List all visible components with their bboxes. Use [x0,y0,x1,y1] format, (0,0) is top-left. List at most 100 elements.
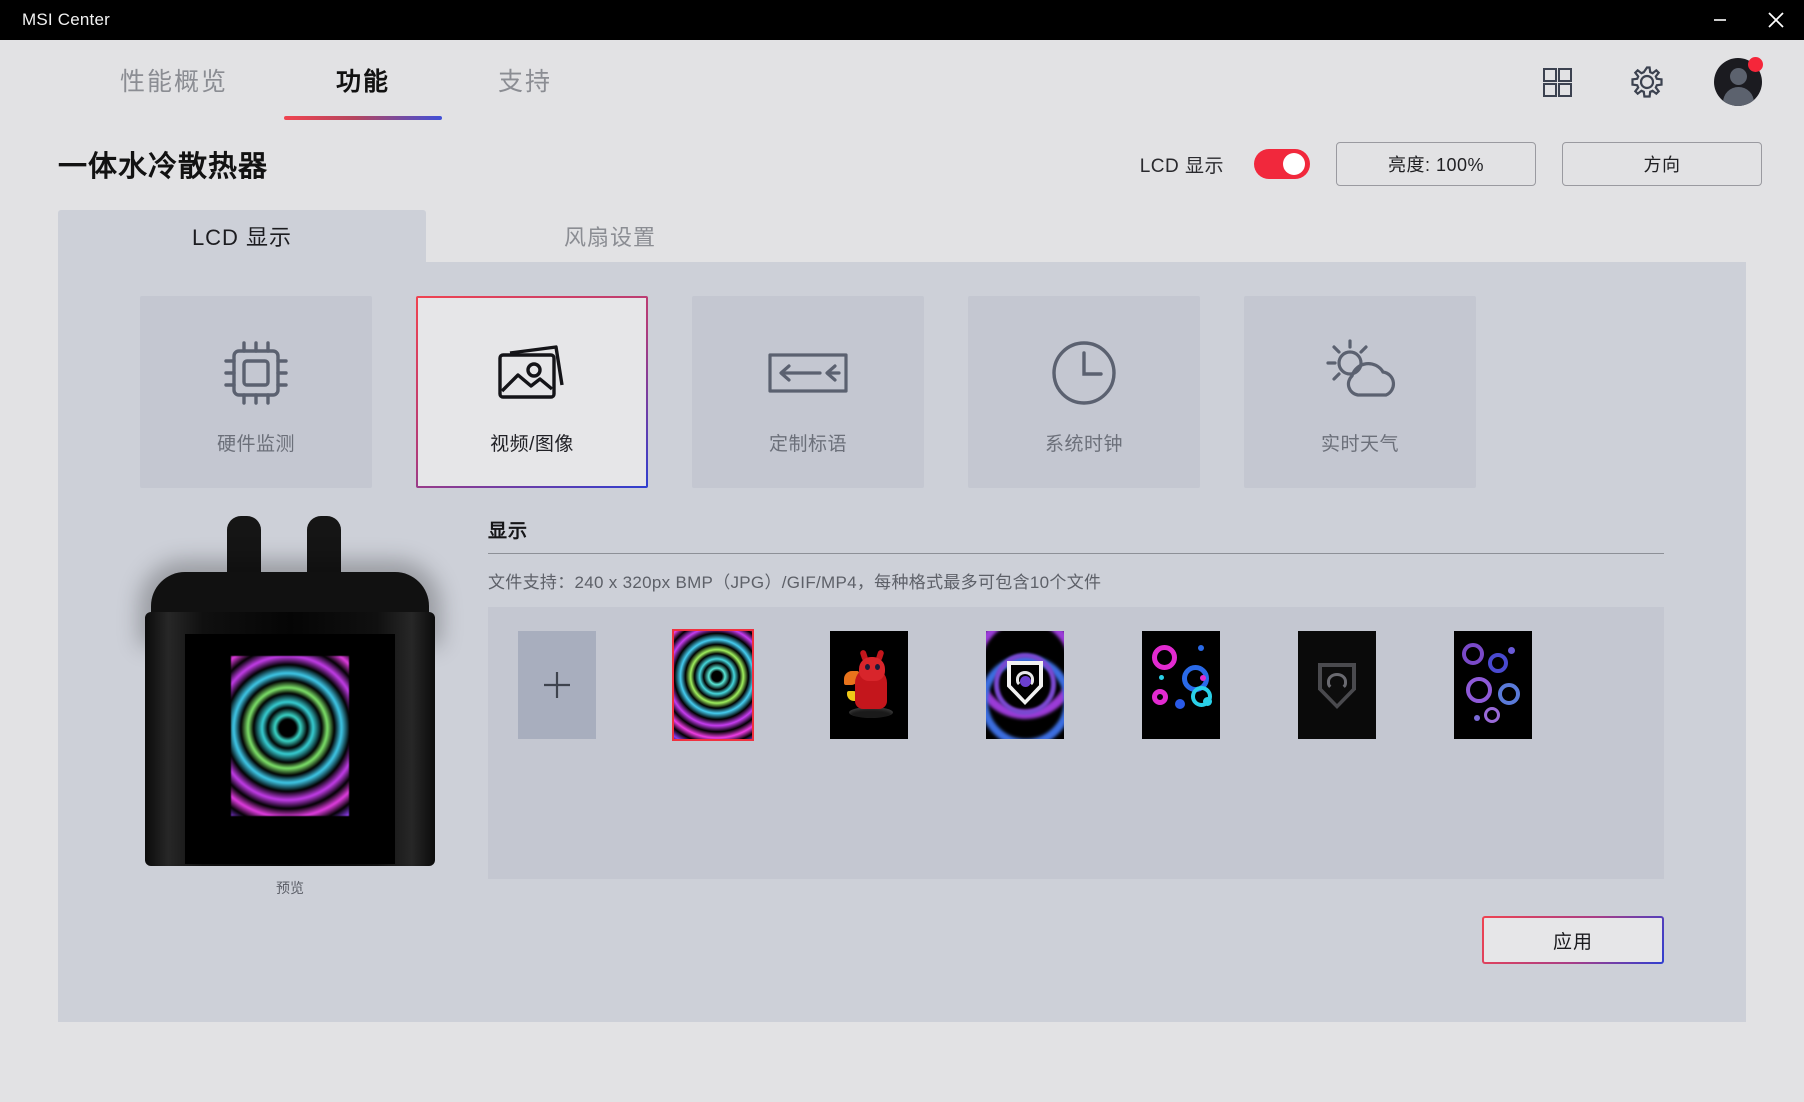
bubble-dot-blue-top [1198,645,1204,651]
preview-caption: 预览 [276,878,304,898]
nav-action-icons [1534,40,1804,106]
clock-icon [1044,329,1124,417]
sun-cloud-icon [1314,329,1406,417]
bubble-dot-violet [1508,647,1515,654]
close-icon [1765,9,1787,31]
notification-dot [1748,57,1763,72]
marquee-banner-icon [762,329,854,417]
mode-card-video-image[interactable]: 视频/图像 [416,296,648,488]
cooler-lcd-artwork [231,656,349,816]
thumbnail-cell [830,631,986,833]
main-navigation: 性能概览 功能 支持 [0,40,1804,118]
sub-tab-label: LCD 显示 [192,220,292,252]
add-media-button[interactable] [518,631,596,739]
tab-lcd-display[interactable]: LCD 显示 [58,210,426,262]
thumbnail-cell [518,631,674,833]
thumbnail-cell [986,631,1142,833]
sub-tab-list: LCD 显示 风扇设置 [0,210,1804,262]
thumbnail-gallery [488,607,1664,879]
thumbnail-purple-bubbles[interactable] [1454,631,1532,739]
user-avatar-button[interactable] [1714,58,1762,106]
nav-tab-label: 支持 [498,68,552,96]
nav-tab-features[interactable]: 功能 [336,40,390,98]
avatar-head [1730,68,1747,85]
mode-card-live-weather[interactable]: 实时天气 [1244,296,1476,488]
lower-content: 预览 显示 文件支持：240 x 320px BMP（JPG）/GIF/MP4，… [58,488,1746,898]
image-stack-icon [490,329,574,417]
bubble-violet-a [1462,643,1484,665]
apps-grid-button[interactable] [1534,59,1580,105]
shield-core [1020,676,1031,687]
toggle-knob [1283,153,1305,175]
thumbnail-msi-logo-mono[interactable] [1298,631,1376,739]
mode-label: 实时天气 [1321,429,1399,456]
thumbnail-cell [1142,631,1298,833]
bubble-indigo [1488,653,1508,673]
apply-button[interactable]: 应用 [1482,916,1664,964]
title-bar: MSI Center [0,0,1804,40]
bubble-violet-b [1466,677,1492,703]
lcd-toggle-label: LCD 显示 [1140,151,1224,178]
dragon-eye-left [865,664,870,670]
nav-tab-list: 性能概览 功能 支持 [0,40,660,98]
mode-label: 系统时钟 [1045,429,1123,456]
minimize-icon [1710,10,1730,30]
dragon-head [859,657,885,681]
nav-tab-label: 功能 [336,68,390,96]
avatar-body [1723,87,1754,106]
display-mode-list: 硬件监测 视频/图像 [58,296,1746,488]
header-controls: LCD 显示 亮度: 100% 方向 [1140,142,1762,186]
window-controls [1692,0,1804,40]
artwork-msi-logo-mono [1298,631,1376,739]
preview-column: 预览 [140,516,440,898]
mode-card-custom-banner[interactable]: 定制标语 [692,296,924,488]
artwork-msi-lucky-dragon [830,631,908,739]
page-header: 一体水冷散热器 LCD 显示 亮度: 100% 方向 [0,118,1804,210]
artwork-neon-bubbles [1142,631,1220,739]
bubble-blue [1498,683,1520,705]
bubble-dot-cyan-low [1203,697,1212,706]
bubble-dot-magenta [1200,675,1206,681]
settings-button[interactable] [1624,59,1670,105]
thumbnail-msi-lucky-dragon[interactable] [830,631,908,739]
lcd-display-toggle[interactable] [1254,149,1310,179]
tab-fan-settings[interactable]: 风扇设置 [426,210,794,262]
brightness-button[interactable]: 亮度: 100% [1336,142,1536,186]
bubble-violet-c [1484,707,1500,723]
artwork-purple-bubbles [1454,631,1532,739]
nav-tab-support[interactable]: 支持 [498,40,552,98]
nav-tab-label: 性能概览 [120,68,228,96]
apply-row: 应用 [58,898,1746,964]
mode-card-system-clock[interactable]: 系统时钟 [968,296,1200,488]
cpu-chip-icon [216,329,296,417]
thumbnail-msi-shield-rings[interactable] [986,631,1064,739]
minimize-button[interactable] [1692,0,1748,40]
bubble-dot-blue [1175,699,1185,709]
page-title: 一体水冷散热器 [58,143,268,185]
close-button[interactable] [1748,0,1804,40]
thumbnail-cell [1298,631,1454,833]
nav-tab-performance[interactable]: 性能概览 [120,40,228,98]
thumbnail-neon-bubbles[interactable] [1142,631,1220,739]
msi-dragon-mark [1327,673,1347,690]
file-support-text: 文件支持：240 x 320px BMP（JPG）/GIF/MP4，每种格式最多… [488,554,1664,607]
direction-button[interactable]: 方向 [1562,142,1762,186]
lcd-settings-panel: 硬件监测 视频/图像 [58,262,1746,1022]
app-title: MSI Center [22,10,110,30]
bubble-magenta-small [1152,689,1168,705]
thumbnail-rainbow-spiral[interactable] [674,631,752,739]
mode-label: 定制标语 [769,429,847,456]
mode-card-hardware-monitor[interactable]: 硬件监测 [140,296,372,488]
bubble-dot-violet-low [1474,715,1480,721]
bubble-magenta-large [1152,645,1177,670]
mode-label: 视频/图像 [490,429,574,456]
thumbnail-cell [1454,631,1610,833]
cooler-preview-image [145,516,435,866]
sub-tab-label: 风扇设置 [564,220,656,252]
display-section-title: 显示 [488,516,1664,543]
bubble-dot-cyan [1159,675,1164,680]
apps-grid-icon [1538,63,1576,101]
gear-icon [1627,62,1667,102]
artwork-rainbow-spiral [674,631,752,739]
mode-label: 硬件监测 [217,429,295,456]
